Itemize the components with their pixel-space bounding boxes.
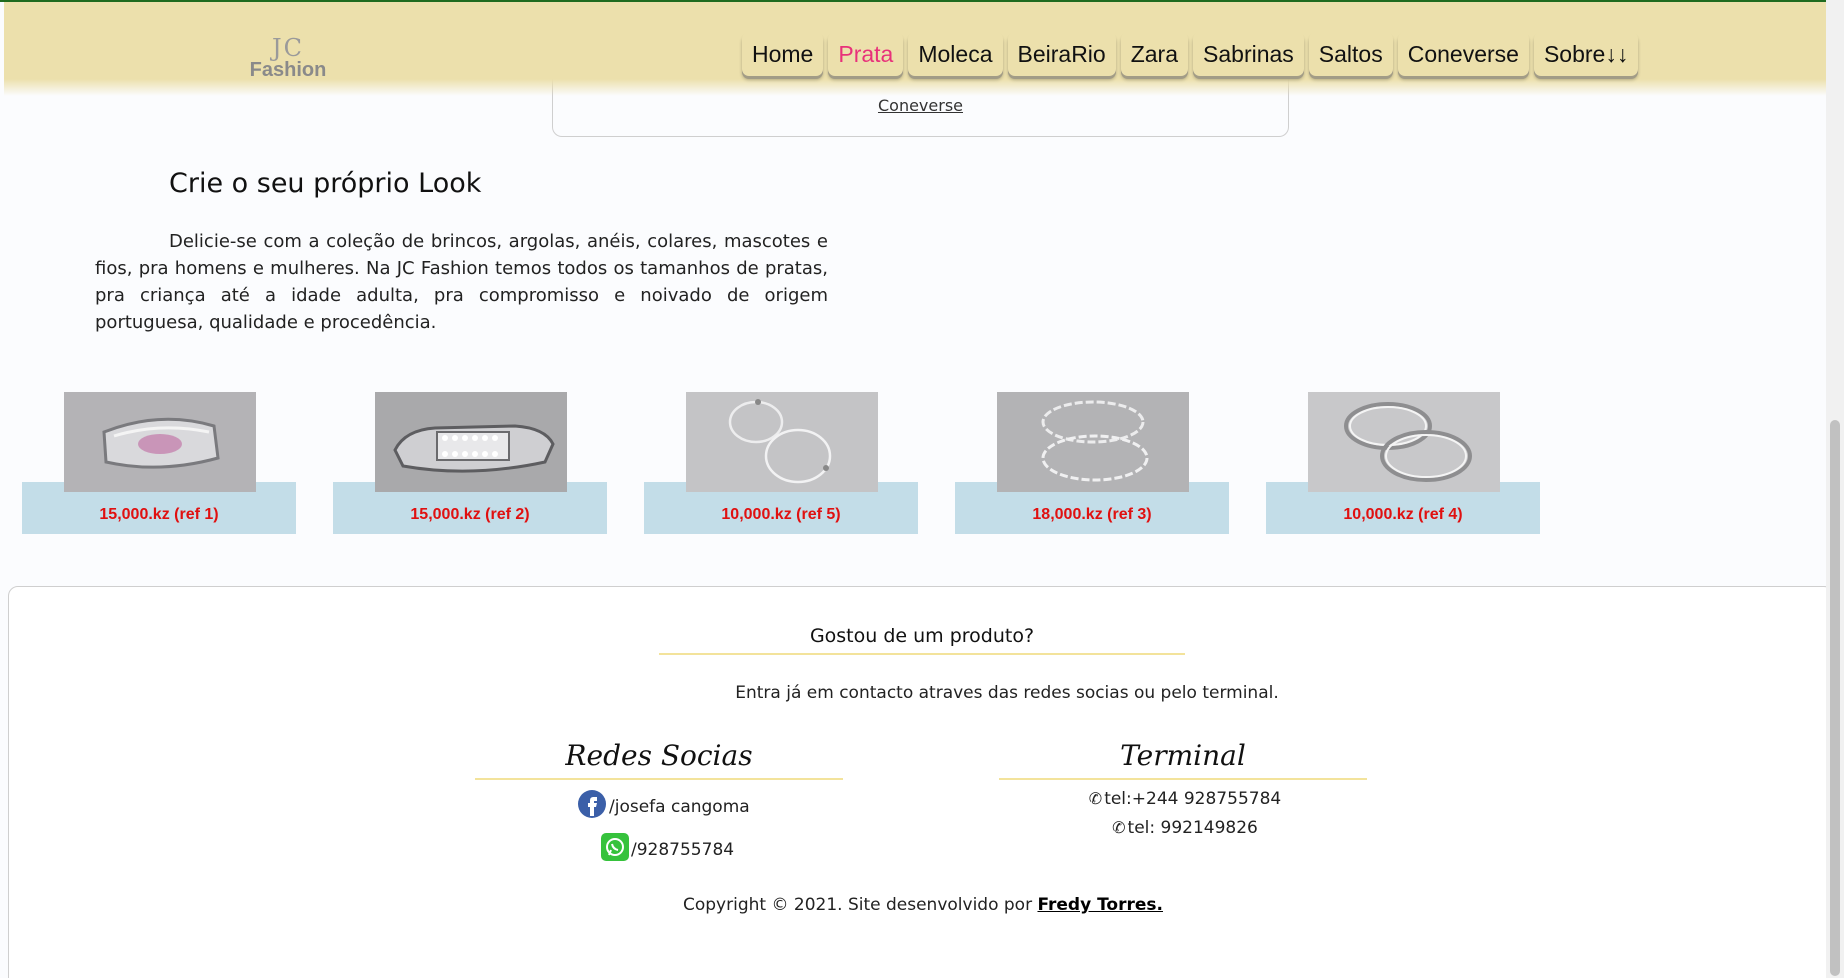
copyright-text: Copyright © 2021. Site desenvolvido por xyxy=(683,895,1033,915)
product-price: 10,000.kz (ref 5) xyxy=(721,506,841,523)
nav-moleca[interactable]: Moleca xyxy=(908,32,1003,76)
product-image-hoop-rings[interactable] xyxy=(1308,392,1500,492)
facebook-icon[interactable] xyxy=(577,789,607,824)
nav-home[interactable]: Home xyxy=(742,32,824,76)
phone-number-1[interactable]: tel:+244 928755784 xyxy=(1104,789,1281,809)
header: JC Fashion Home Prata Moleca BeiraRio Za… xyxy=(4,2,1826,96)
nav-zara[interactable]: Zara xyxy=(1120,32,1189,76)
product-image-ring-pink[interactable] xyxy=(64,392,256,492)
copyright: Copyright © 2021. Site desenvolvido por … xyxy=(9,895,1826,915)
section-title: Crie o seu próprio Look xyxy=(169,168,482,199)
product-card[interactable]: 10,000.kz (ref 4) xyxy=(1266,392,1540,534)
logo-text: Fashion xyxy=(249,59,327,81)
scrollbar-thumb[interactable] xyxy=(1830,420,1840,976)
product-price: 18,000.kz (ref 3) xyxy=(1032,506,1152,523)
phone-row-2[interactable]: ✆ tel: 992149826 xyxy=(1001,818,1369,838)
phone-number-2[interactable]: tel: 992149826 xyxy=(1128,818,1258,838)
product-price: 10,000.kz (ref 4) xyxy=(1343,506,1463,523)
product-card[interactable]: 15,000.kz (ref 2) xyxy=(333,392,607,534)
product-price: 15,000.kz (ref 1) xyxy=(99,506,219,523)
phone-row-1[interactable]: ✆ tel:+244 928755784 xyxy=(1001,789,1369,809)
footer: Gostou de um produto? Entra já em contac… xyxy=(8,586,1826,978)
product-card[interactable]: 10,000.kz (ref 5) xyxy=(644,392,918,534)
terminal-title: Terminal xyxy=(999,739,1367,780)
product-image-hoop-earrings[interactable] xyxy=(686,392,878,492)
facebook-handle[interactable]: /josefa cangoma xyxy=(609,797,750,817)
product-card[interactable]: 18,000.kz (ref 3) xyxy=(955,392,1229,534)
nav-coneverse[interactable]: Coneverse xyxy=(1397,32,1529,76)
coneverse-link[interactable]: Coneverse xyxy=(553,96,1288,115)
whatsapp-icon[interactable] xyxy=(601,833,629,866)
nav-sobre-dropdown[interactable]: Sobre↓↓ xyxy=(1533,32,1639,76)
product-list: 15,000.kz (ref 1) 15,000.kz (ref 2) 10,0… xyxy=(22,392,1542,534)
nav-beirario[interactable]: BeiraRio xyxy=(1007,32,1116,76)
phone-icon: ✆ xyxy=(1112,818,1126,837)
logo-mark: JC xyxy=(272,34,304,62)
nav-saltos[interactable]: Saltos xyxy=(1308,32,1393,76)
logo[interactable]: JC Fashion xyxy=(248,36,328,80)
phone-icon: ✆ xyxy=(1088,789,1103,808)
product-card[interactable]: 15,000.kz (ref 1) xyxy=(22,392,296,534)
whatsapp-row[interactable]: /928755784 xyxy=(601,833,734,866)
whatsapp-number[interactable]: /928755784 xyxy=(631,840,734,860)
social-title: Redes Socias xyxy=(475,739,843,780)
author-link[interactable]: Fredy Torres. xyxy=(1037,895,1163,915)
vertical-scrollbar[interactable] xyxy=(1826,0,1844,978)
product-image-twisted-hoops[interactable] xyxy=(997,392,1189,492)
nav-prata[interactable]: Prata xyxy=(828,32,904,76)
facebook-row[interactable]: /josefa cangoma xyxy=(577,789,750,824)
footer-title: Gostou de um produto? xyxy=(659,625,1185,655)
section-description: Delicie-se com a coleção de brincos, arg… xyxy=(95,231,828,333)
nav-sabrinas[interactable]: Sabrinas xyxy=(1193,32,1304,76)
page: JC Fashion Home Prata Moleca BeiraRio Za… xyxy=(0,0,1826,978)
footer-subtitle: Entra já em contacto atraves das redes s… xyxy=(735,683,1279,703)
main-nav: Home Prata Moleca BeiraRio Zara Sabrinas… xyxy=(742,32,1639,76)
product-image-ring-crystals[interactable] xyxy=(375,392,567,492)
product-price: 15,000.kz (ref 2) xyxy=(410,506,530,523)
